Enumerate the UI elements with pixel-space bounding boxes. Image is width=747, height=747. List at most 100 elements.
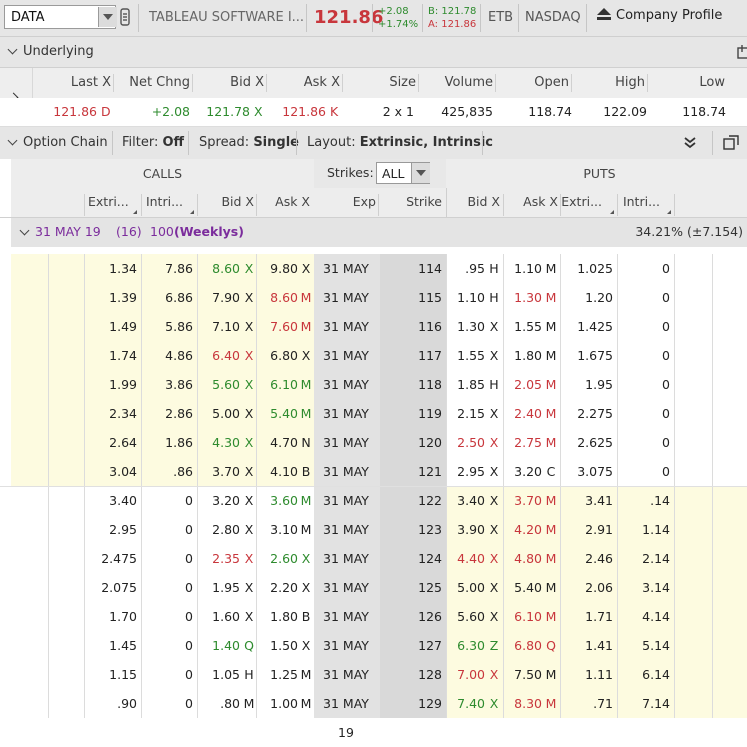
cell-p-ask-ex[interactable]: M xyxy=(545,486,557,515)
cell-p-bid[interactable]: 2.50 xyxy=(450,428,485,457)
cell-p-ask-ex[interactable]: M xyxy=(545,428,557,457)
cell-p-ask[interactable]: 1.30 xyxy=(506,283,542,312)
cell-c-ask-ex[interactable]: M xyxy=(300,312,312,341)
col-call-ask[interactable]: Ask X xyxy=(258,194,310,209)
cell-p-ask[interactable]: 2.05 xyxy=(506,370,542,399)
layout-dropdown[interactable]: Layout: Extrinsic, Intrinsic xyxy=(307,135,493,150)
col-net-chng[interactable]: Net Chng xyxy=(117,68,190,98)
cell-c-bid-ex[interactable]: X xyxy=(243,428,255,457)
cell-p-bid-ex[interactable]: X xyxy=(488,312,500,341)
cell-c-ask-ex[interactable]: M xyxy=(300,486,312,515)
cell-c-bid-ex[interactable]: X xyxy=(243,573,255,602)
cell-p-bid-ex[interactable]: X xyxy=(488,573,500,602)
chevron-down-icon[interactable] xyxy=(7,135,18,146)
cell-c-ask-ex[interactable]: X xyxy=(300,573,312,602)
cell-p-ask[interactable]: 4.20 xyxy=(506,515,542,544)
cell-p-bid-ex[interactable]: Z xyxy=(488,631,500,660)
cell-c-bid[interactable]: 3.70 xyxy=(200,457,240,486)
chain-row[interactable]: 1.744.866.40X6.80X31 MAY 191171.55X1.80M… xyxy=(0,341,747,392)
filter-dropdown[interactable]: Filter: Off xyxy=(122,135,184,150)
cell-p-bid-ex[interactable]: X xyxy=(488,486,500,515)
chain-row[interactable]: 1.347.868.60X9.80X31 MAY 19114.95H1.10M1… xyxy=(0,254,747,305)
chain-row[interactable]: 3.4003.20X3.60M31 MAY 191223.40X3.70M3.4… xyxy=(0,486,747,537)
col-put-intrinsic[interactable]: Intri... xyxy=(618,194,660,209)
cell-p-bid[interactable]: 2.95 xyxy=(450,457,485,486)
cell-c-bid[interactable]: 7.10 xyxy=(200,312,240,341)
col-call-extrinsic[interactable]: Extri... xyxy=(88,194,129,209)
cell-p-ask[interactable]: 3.20 xyxy=(506,457,542,486)
cell-p-bid[interactable]: 5.00 xyxy=(450,573,485,602)
cell-p-ask[interactable]: 1.10 xyxy=(506,254,542,283)
col-put-extrinsic[interactable]: Extri... xyxy=(560,194,602,209)
cell-p-ask[interactable]: 1.80 xyxy=(506,341,542,370)
chain-row[interactable]: 1.993.865.60X6.10M31 MAY 191181.85H2.05M… xyxy=(0,370,747,421)
symbol-selector[interactable]: DATA xyxy=(4,5,117,29)
col-last[interactable]: Last X xyxy=(40,68,111,98)
cell-c-ask[interactable]: 2.20 xyxy=(258,573,298,602)
col-put-bid[interactable]: Bid X xyxy=(450,194,500,209)
cell-c-ask[interactable]: 1.50 xyxy=(258,631,298,660)
company-profile-button[interactable]: Company Profile xyxy=(597,8,722,23)
cell-c-ask-ex[interactable]: M xyxy=(300,283,312,312)
cell-c-ask[interactable]: 9.80 xyxy=(258,254,298,283)
cell-p-ask-ex[interactable]: M xyxy=(545,399,557,428)
cell-p-ask-ex[interactable]: M xyxy=(545,660,557,689)
cell-c-bid-ex[interactable]: X xyxy=(243,515,255,544)
underlying-values-row[interactable]: 121.86 D +2.08 121.78 X 121.86 K 2 x 1 4… xyxy=(0,98,747,127)
cell-c-bid-ex[interactable]: X xyxy=(243,312,255,341)
cell-p-ask[interactable]: 8.30 xyxy=(506,689,542,718)
cell-p-ask-ex[interactable]: M xyxy=(545,689,557,718)
cell-p-ask[interactable]: 2.40 xyxy=(506,399,542,428)
cell-c-ask[interactable]: 4.10 xyxy=(258,457,298,486)
chain-row[interactable]: 1.495.867.10X7.60M31 MAY 191161.30X1.55M… xyxy=(0,312,747,363)
chain-row[interactable]: .90 0.80 M 1.00 M 31 MAY 19 129 7.40 X 8.30 M .71 7.… xyxy=(0,689,747,740)
cell-p-ask-ex[interactable]: C xyxy=(545,457,557,486)
cell-c-bid[interactable]: 1.05 xyxy=(200,660,240,689)
chain-row[interactable]: 1.1501.05H1.25M31 MAY 191287.00X7.50M1.1… xyxy=(0,660,747,711)
cell-c-ask[interactable]: 4.70 xyxy=(258,428,298,457)
col-call-intrinsic[interactable]: Intri... xyxy=(145,194,183,209)
cell-c-bid[interactable]: 3.20 xyxy=(200,486,240,515)
cell-c-ask[interactable]: 3.10 xyxy=(258,515,298,544)
cell-c-bid-ex[interactable]: X xyxy=(243,602,255,631)
strikes-select[interactable]: ALL xyxy=(376,162,430,184)
cell-c-bid-ex[interactable]: H xyxy=(243,660,255,689)
cell-c-bid-ex[interactable]: X xyxy=(243,486,255,515)
cell-p-bid[interactable]: 3.40 xyxy=(450,486,485,515)
cell-p-bid-ex[interactable]: X xyxy=(488,544,500,573)
cell-c-ask[interactable]: 5.40 xyxy=(258,399,298,428)
col-bid[interactable]: Bid X xyxy=(196,68,264,98)
chain-row[interactable]: 1.396.867.90X8.60M31 MAY 191151.10H1.30M… xyxy=(0,283,747,334)
cell-p-ask[interactable]: 4.80 xyxy=(506,544,542,573)
cell-c-ask[interactable]: 8.60 xyxy=(258,283,298,312)
cell-p-ask-ex[interactable]: M xyxy=(545,283,557,312)
cell-c-bid[interactable]: 2.80 xyxy=(200,515,240,544)
cell-c-bid[interactable]: .80 xyxy=(200,689,240,718)
col-strike[interactable]: Strike xyxy=(380,194,442,209)
cell-p-ask[interactable]: 6.80 xyxy=(506,631,542,660)
cell-p-ask[interactable]: 3.70 xyxy=(506,486,542,515)
cell-c-bid[interactable]: 1.60 xyxy=(200,602,240,631)
cell-p-bid-ex[interactable]: X xyxy=(488,341,500,370)
cell-c-bid[interactable]: 5.00 xyxy=(200,399,240,428)
cell-p-ask-ex[interactable]: M xyxy=(545,573,557,602)
cell-c-bid-ex[interactable]: X xyxy=(243,341,255,370)
cell-p-bid-ex[interactable]: X xyxy=(488,602,500,631)
cell-c-ask[interactable]: 6.80 xyxy=(258,341,298,370)
cell-c-bid[interactable]: 1.40 xyxy=(200,631,240,660)
cell-c-bid[interactable]: 8.60 xyxy=(200,254,240,283)
symbol-input[interactable]: DATA xyxy=(11,10,45,25)
cell-c-ask-ex[interactable]: M xyxy=(300,660,312,689)
cell-p-bid-ex[interactable]: X xyxy=(488,428,500,457)
popout-icon[interactable] xyxy=(737,44,747,60)
cell-p-bid[interactable]: 2.15 xyxy=(450,399,485,428)
cell-p-bid[interactable]: .95 xyxy=(450,254,485,283)
cell-c-ask-ex[interactable]: X xyxy=(300,341,312,370)
cell-c-bid[interactable]: 7.90 xyxy=(200,283,240,312)
cell-c-ask-ex[interactable]: X xyxy=(300,631,312,660)
cell-p-bid[interactable]: 1.10 xyxy=(450,283,485,312)
cell-c-ask-ex[interactable]: X xyxy=(300,254,312,283)
cell-p-ask-ex[interactable]: Q xyxy=(545,631,557,660)
col-call-bid[interactable]: Bid X xyxy=(200,194,254,209)
symbol-dropdown-button[interactable] xyxy=(98,7,117,27)
